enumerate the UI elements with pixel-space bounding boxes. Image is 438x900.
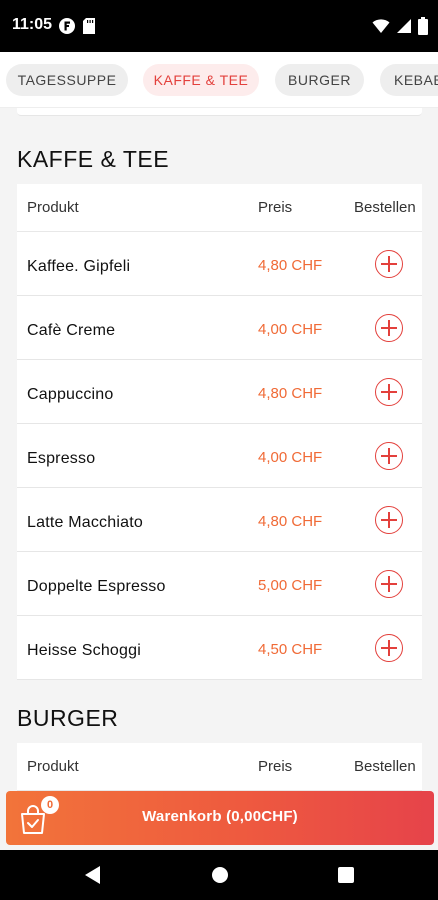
- product-price: 4,80 CHF: [258, 385, 323, 402]
- product-name: Cafè Creme: [27, 322, 116, 339]
- previous-card-edge: [17, 108, 422, 116]
- status-time: 11:05: [12, 16, 53, 33]
- tab-kaffe-tee[interactable]: KAFFE & TEE: [143, 64, 259, 96]
- header-order: Bestellen: [354, 199, 416, 216]
- header-product: Produkt: [27, 199, 79, 216]
- product-name: Espresso: [27, 450, 96, 467]
- header-order: Bestellen: [354, 758, 416, 775]
- back-icon[interactable]: [84, 865, 102, 890]
- product-name: Heisse Schoggi: [27, 642, 141, 659]
- app-notification-icon: [58, 17, 76, 40]
- wifi-icon: [372, 18, 390, 39]
- header-product: Produkt: [27, 758, 79, 775]
- product-name: Kaffee. Gipfeli: [27, 258, 131, 275]
- add-to-cart-button[interactable]: [375, 250, 403, 278]
- tab-kebab[interactable]: KEBAB: [380, 64, 438, 96]
- tab-burger[interactable]: BURGER: [275, 64, 364, 96]
- table-row: Doppelte Espresso 5,00 CHF: [17, 552, 422, 616]
- add-to-cart-button[interactable]: [375, 506, 403, 534]
- signal-icon: [396, 18, 412, 39]
- table-row: Kaffee. Gipfeli 4,80 CHF: [17, 232, 422, 296]
- product-name: Doppelte Espresso: [27, 578, 166, 595]
- header-price: Preis: [258, 199, 293, 216]
- add-to-cart-button[interactable]: [375, 442, 403, 470]
- product-price: 4,80 CHF: [258, 257, 323, 274]
- cart-label: Warenkorb (0,00CHF): [142, 808, 298, 825]
- product-name: Latte Macchiato: [27, 514, 143, 531]
- add-to-cart-button[interactable]: [375, 378, 403, 406]
- home-icon[interactable]: [211, 865, 229, 890]
- cart-button[interactable]: 0 Warenkorb (0,00CHF): [6, 791, 434, 845]
- table-row: Espresso 4,00 CHF: [17, 424, 422, 488]
- product-name: Cappuccino: [27, 386, 114, 403]
- add-to-cart-button[interactable]: [375, 634, 403, 662]
- table-header: Produkt Preis Bestellen: [17, 184, 422, 232]
- product-price: 4,00 CHF: [258, 449, 323, 466]
- tab-tagessuppe[interactable]: TAGESSUPPE: [6, 64, 128, 96]
- table-row: Latte Macchiato 4,80 CHF: [17, 488, 422, 552]
- system-nav-bar: [0, 850, 438, 900]
- add-to-cart-button[interactable]: [375, 314, 403, 342]
- product-price: 4,00 CHF: [258, 321, 323, 338]
- table-row: Cappuccino 4,80 CHF: [17, 360, 422, 424]
- section-title-kaffe-tee: KAFFE & TEE: [17, 146, 170, 172]
- battery-icon: [418, 17, 428, 40]
- section-title-burger: BURGER: [17, 705, 119, 731]
- table-header: Produkt Preis Bestellen: [17, 743, 422, 791]
- table-row: Cafè Creme 4,00 CHF: [17, 296, 422, 360]
- product-table-burger: Produkt Preis Bestellen: [17, 743, 422, 791]
- product-price: 5,00 CHF: [258, 577, 323, 594]
- recents-icon[interactable]: [337, 865, 355, 890]
- table-row: Heisse Schoggi 4,50 CHF: [17, 616, 422, 680]
- sd-card-icon: [82, 17, 96, 40]
- status-bar: 11:05: [0, 0, 438, 52]
- header-price: Preis: [258, 758, 293, 775]
- product-price: 4,80 CHF: [258, 513, 323, 530]
- category-tab-bar: TAGESSUPPE KAFFE & TEE BURGER KEBAB: [0, 52, 438, 108]
- product-price: 4,50 CHF: [258, 641, 323, 658]
- menu-content[interactable]: KAFFE & TEE Produkt Preis Bestellen Kaff…: [0, 108, 438, 791]
- product-table-kaffe-tee: Produkt Preis Bestellen Kaffee. Gipfeli …: [17, 184, 422, 680]
- add-to-cart-button[interactable]: [375, 570, 403, 598]
